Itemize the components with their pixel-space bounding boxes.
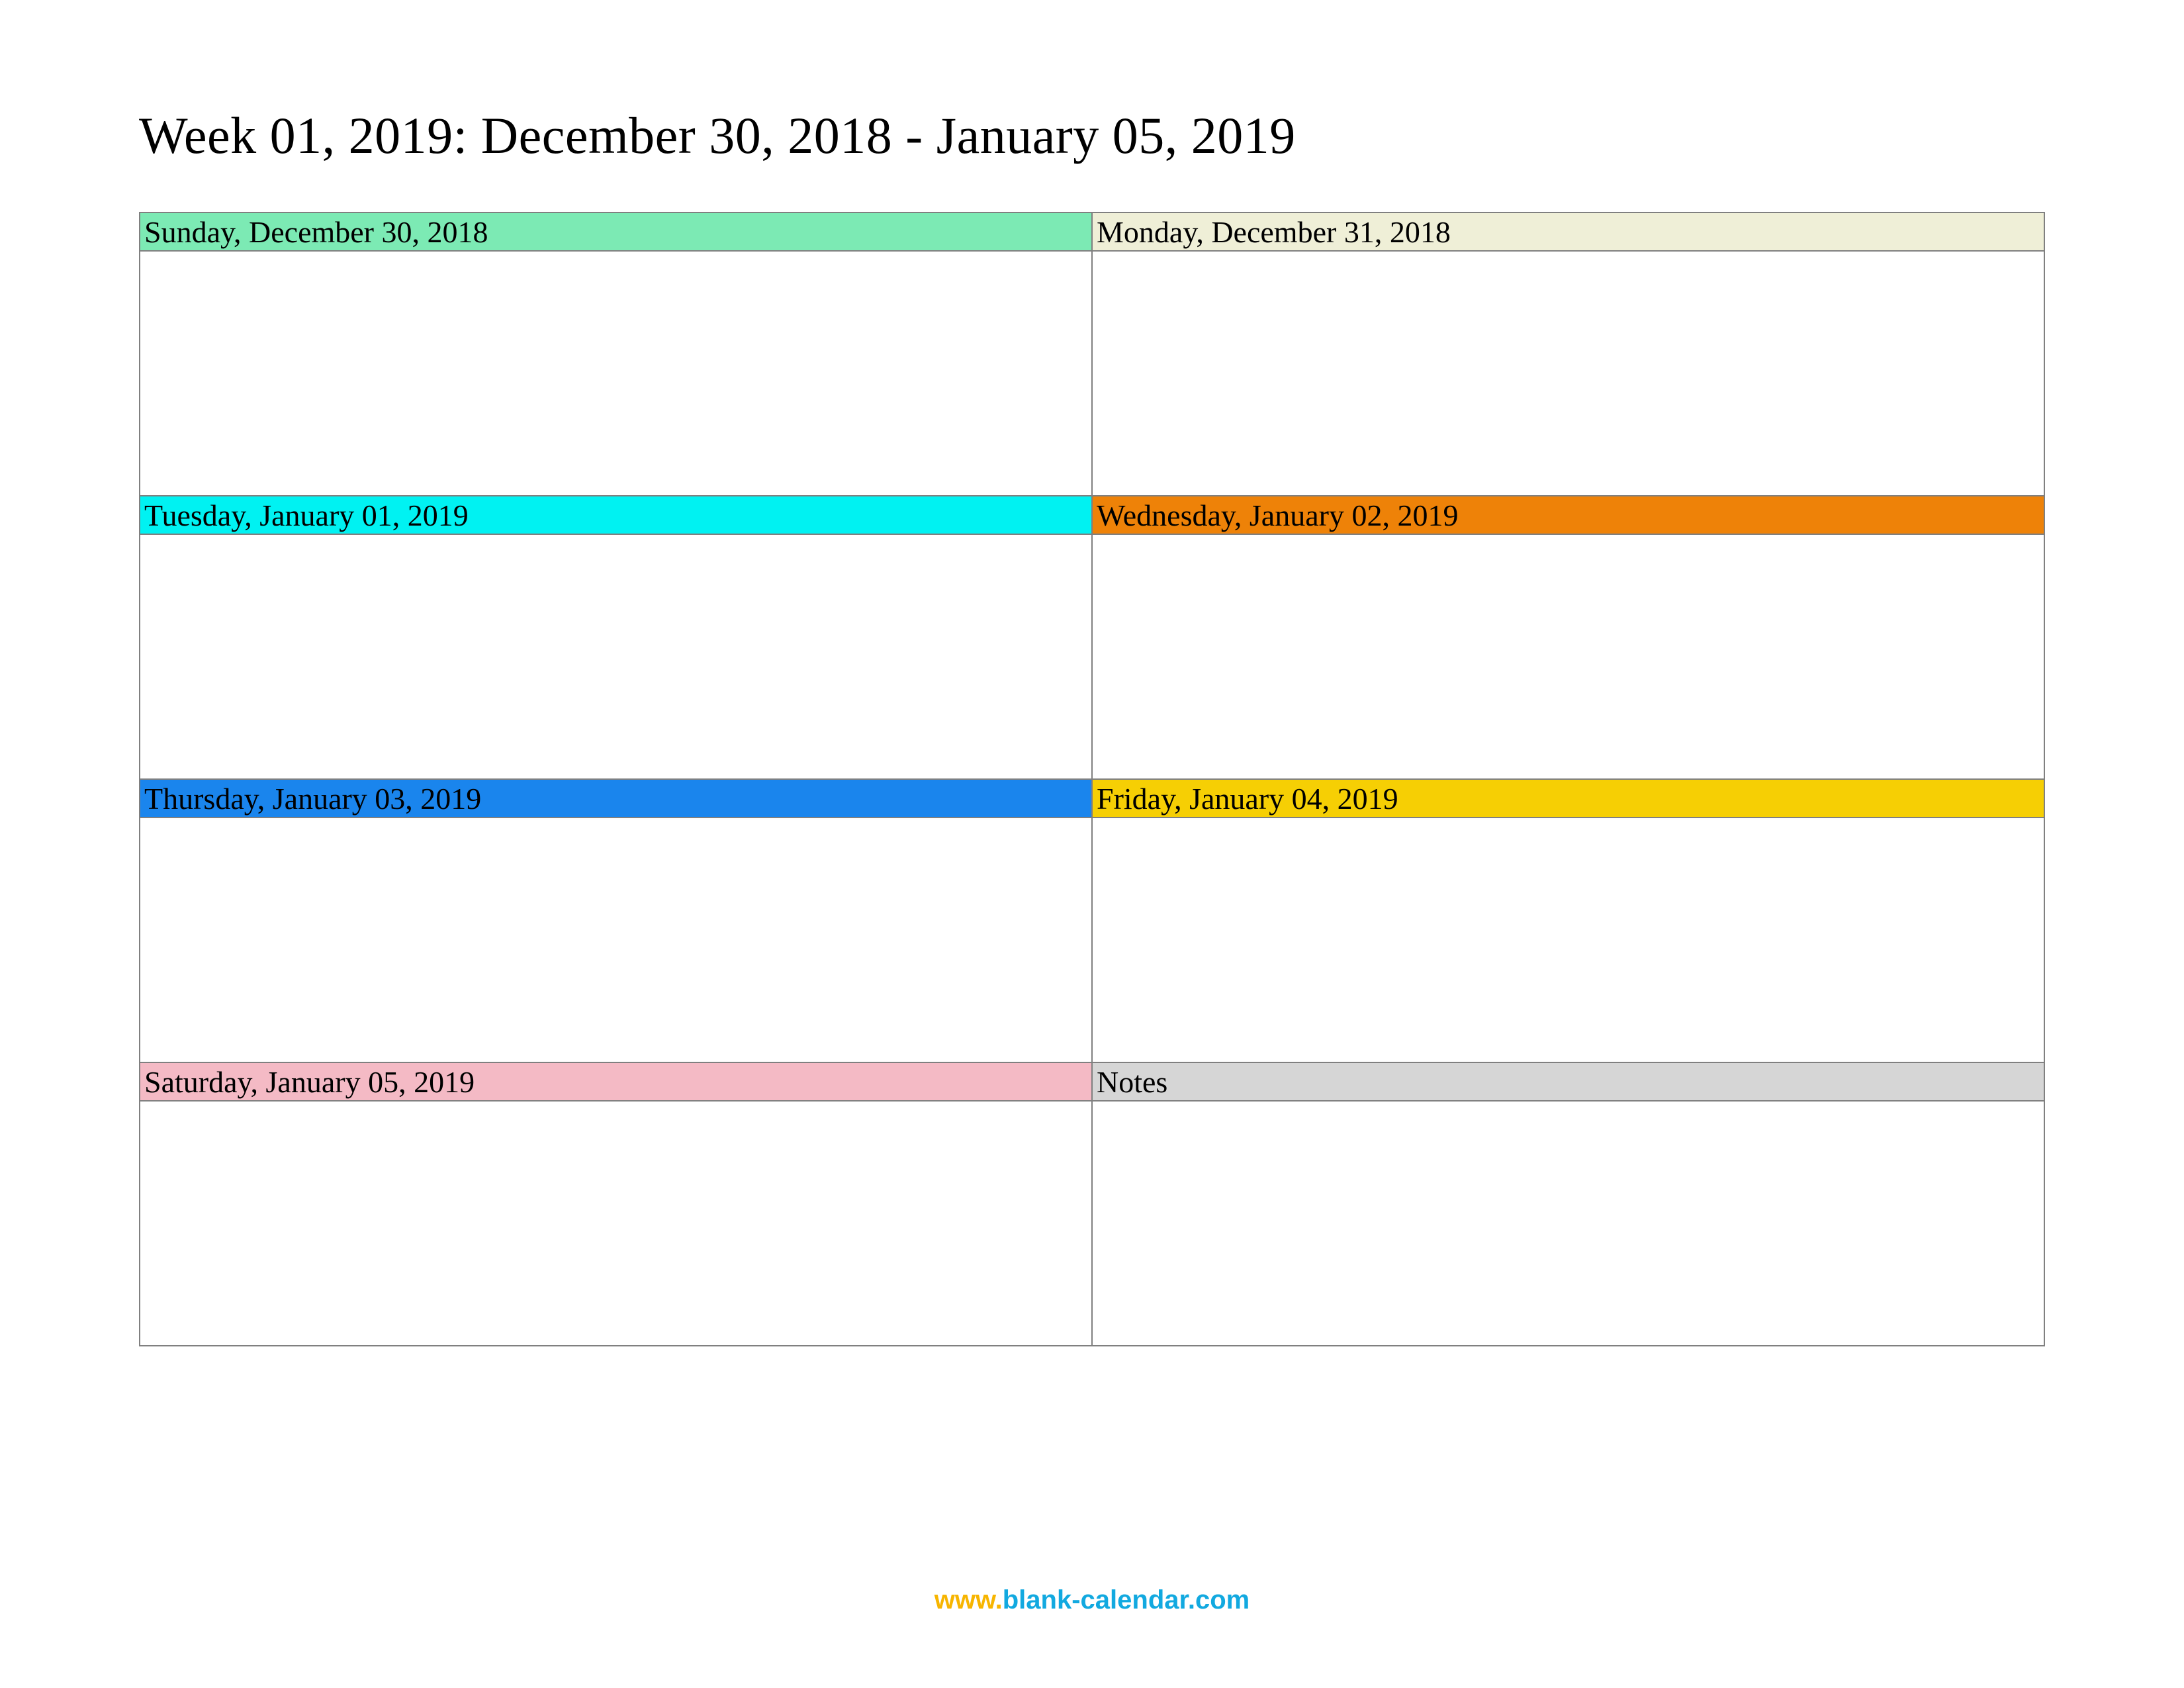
week-grid: Sunday, December 30, 2018 Monday, Decemb… (139, 212, 2045, 1346)
day-body-sunday[interactable] (140, 252, 1093, 496)
footer-link-domain: blank-calendar.com (1003, 1585, 1250, 1615)
notes-body[interactable] (1093, 1102, 2045, 1346)
day-body-saturday[interactable] (140, 1102, 1093, 1346)
day-header-thursday: Thursday, January 03, 2019 (140, 780, 1093, 818)
footer-link-prefix: www. (934, 1585, 1003, 1615)
day-body-thursday[interactable] (140, 818, 1093, 1063)
day-body-wednesday[interactable] (1093, 535, 2045, 780)
day-body-monday[interactable] (1093, 252, 2045, 496)
day-body-friday[interactable] (1093, 818, 2045, 1063)
day-header-sunday: Sunday, December 30, 2018 (140, 213, 1093, 252)
day-header-saturday: Saturday, January 05, 2019 (140, 1063, 1093, 1102)
day-header-wednesday: Wednesday, January 02, 2019 (1093, 496, 2045, 535)
footer-link[interactable]: www.blank-calendar.com (0, 1585, 2184, 1615)
weekly-planner-page: Week 01, 2019: December 30, 2018 - Janua… (0, 0, 2184, 1688)
page-title: Week 01, 2019: December 30, 2018 - Janua… (139, 106, 2045, 165)
day-header-tuesday: Tuesday, January 01, 2019 (140, 496, 1093, 535)
day-header-friday: Friday, January 04, 2019 (1093, 780, 2045, 818)
day-header-monday: Monday, December 31, 2018 (1093, 213, 2045, 252)
notes-header: Notes (1093, 1063, 2045, 1102)
day-body-tuesday[interactable] (140, 535, 1093, 780)
